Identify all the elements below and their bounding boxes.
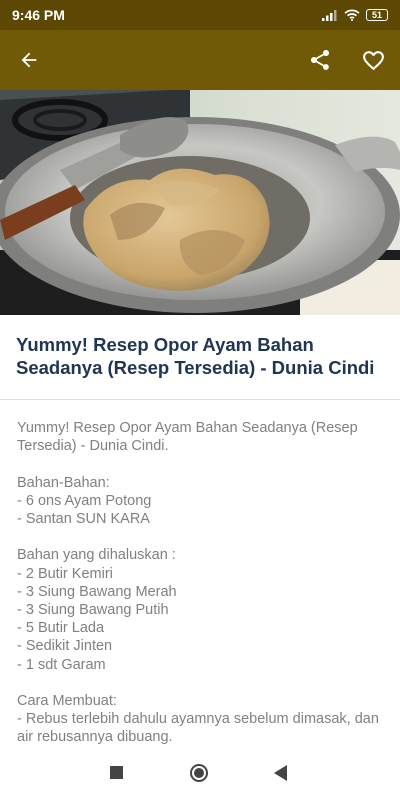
status-bar: 9:46 PM 51 <box>0 0 400 30</box>
back-button[interactable] <box>14 45 44 75</box>
system-nav-bar <box>0 747 400 800</box>
circle-home-icon[interactable] <box>190 764 208 782</box>
recipe-body: Yummy! Resep Opor Ayam Bahan Seadanya (R… <box>17 420 379 746</box>
recipe-photo <box>0 90 400 315</box>
battery-icon: 51 <box>366 9 388 21</box>
recipe-title-section: Yummy! Resep Opor Ayam Bahan Seadanya (R… <box>0 315 400 400</box>
triangle-back-icon[interactable] <box>274 765 287 781</box>
heart-outline-icon <box>362 50 384 70</box>
app-bar <box>0 30 400 90</box>
wifi-icon <box>344 9 360 21</box>
share-icon <box>311 50 329 70</box>
home-dot <box>194 768 204 778</box>
status-icons: 51 <box>322 9 388 21</box>
recipe-hero-image <box>0 90 400 315</box>
arrow-back-icon <box>21 52 37 68</box>
square-recents-icon[interactable] <box>110 766 123 779</box>
status-time: 9:46 PM <box>12 7 65 23</box>
signal-icon <box>322 10 337 21</box>
favorite-button[interactable] <box>358 45 388 75</box>
battery-level: 51 <box>371 10 382 20</box>
recipe-title: Yummy! Resep Opor Ayam Bahan Seadanya (R… <box>16 334 375 378</box>
recipe-content[interactable]: Yummy! Resep Opor Ayam Bahan Seadanya (R… <box>0 401 400 747</box>
share-button[interactable] <box>305 45 335 75</box>
